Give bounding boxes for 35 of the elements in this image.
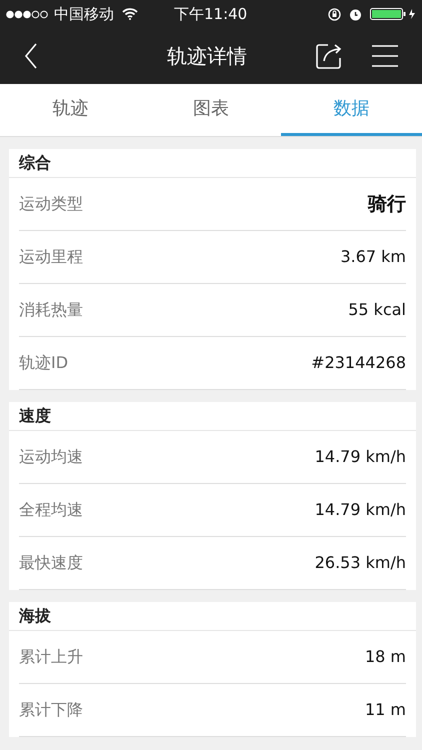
row-label: 累计下降: [19, 699, 83, 721]
back-icon[interactable]: [24, 43, 38, 69]
row-value: 55 kcal: [348, 299, 406, 321]
row-value: 3.67 km: [340, 246, 406, 268]
row-value: 14.79 km/h: [314, 499, 406, 521]
row-value: #23144268: [311, 352, 406, 374]
row-value: 26.53 km/h: [314, 552, 406, 574]
row-value: 18 m: [364, 646, 406, 668]
tab[interactable]: 图表: [140, 84, 282, 136]
row-label: 运动均速: [19, 446, 83, 468]
row-label: 轨迹ID: [19, 352, 68, 374]
row-value: 11 m: [364, 699, 406, 721]
carrier-name: 中国移动: [54, 4, 114, 25]
row-label: 全程均速: [19, 499, 83, 521]
wifi-icon: [122, 8, 138, 20]
battery-charging-icon: [370, 8, 416, 20]
row-label: 运动类型: [19, 193, 83, 215]
share-icon[interactable]: [316, 43, 342, 69]
page-title: 轨迹详情: [166, 43, 248, 70]
status-time: 下午11:40: [174, 4, 248, 25]
tab[interactable]: 轨迹: [0, 84, 141, 136]
row-label: 运动里程: [19, 246, 83, 268]
row-value: 14.79 km/h: [314, 446, 406, 468]
section-title: 速度: [9, 402, 416, 431]
row-label: 累计上升: [19, 646, 83, 668]
row-value: 骑行: [368, 192, 406, 217]
section-title: 海拔: [9, 602, 416, 631]
signal-icon: [6, 10, 50, 18]
rotation-lock-icon: [328, 8, 341, 20]
menu-icon[interactable]: [372, 45, 398, 67]
tab[interactable]: 数据: [281, 84, 422, 136]
row-label: 消耗热量: [19, 299, 83, 321]
section-title: 综合: [9, 149, 416, 178]
alarm-icon: [349, 8, 362, 20]
row-label: 最快速度: [19, 552, 83, 574]
